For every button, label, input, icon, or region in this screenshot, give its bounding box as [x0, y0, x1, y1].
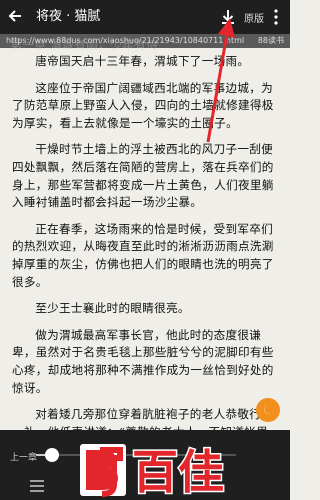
- top-bar: 将夜 · 猫腻 原版: [0, 0, 290, 34]
- watermark-logo: 百佳: [80, 444, 226, 500]
- more-vertical-icon[interactable]: [273, 9, 279, 25]
- paragraph: 至少王士襄此时的眼睛很亮。: [35, 301, 190, 316]
- night-mode-button[interactable]: [256, 398, 280, 422]
- back-arrow-icon[interactable]: [6, 7, 24, 25]
- progress-knob[interactable]: [45, 448, 59, 462]
- paragraph: 对着矮几旁那位穿着肮脏袍子的老人恭敬行了一礼，他低声讲道：“尊敬的老大人，不知道…: [12, 407, 273, 431]
- paragraph: 这座位于帝国广阔疆域西北端的军事边城，为了防范草原上野蛮人入侵，四向的土墙就修建…: [12, 80, 274, 130]
- book-title: 将夜 · 猫腻: [36, 9, 101, 24]
- download-icon[interactable]: [219, 8, 237, 26]
- paragraph: 做为渭城最高军事长官，他此时的态度很谦卑，虽然对于名贵毛毯上那些脏兮兮的泥脚印有…: [12, 327, 274, 395]
- paragraph: 正在春季，这场雨来的恰是时候，受到军卒们的热烈欢迎，从晦夜直至此时的淅淅沥沥雨点…: [12, 221, 274, 289]
- site-name: 88读书: [257, 36, 284, 45]
- reading-content: 唐帝国天启十三年春，渭城下了一场雨。 这座位于帝国广阔疆域西北端的军事边城，为了…: [12, 53, 278, 431]
- watermark-text: 百佳: [132, 445, 224, 499]
- original-version-button[interactable]: 原版: [244, 10, 264, 25]
- paragraph: 干燥时节土墙上的浮土被西北的风刀子一刮便四处飘飘，然后落在简陋的营房上，落在兵卒…: [12, 142, 274, 210]
- chapter-list-icon[interactable]: [30, 480, 44, 492]
- prev-chapter-button[interactable]: 上一章: [10, 450, 37, 463]
- chapter-heading: 第一章 渭城有雨，少年有侍: [10, 38, 158, 52]
- paragraph: 唐帝国天启十三年春，渭城下了一场雨。: [35, 54, 250, 68]
- moon-icon: [264, 405, 273, 414]
